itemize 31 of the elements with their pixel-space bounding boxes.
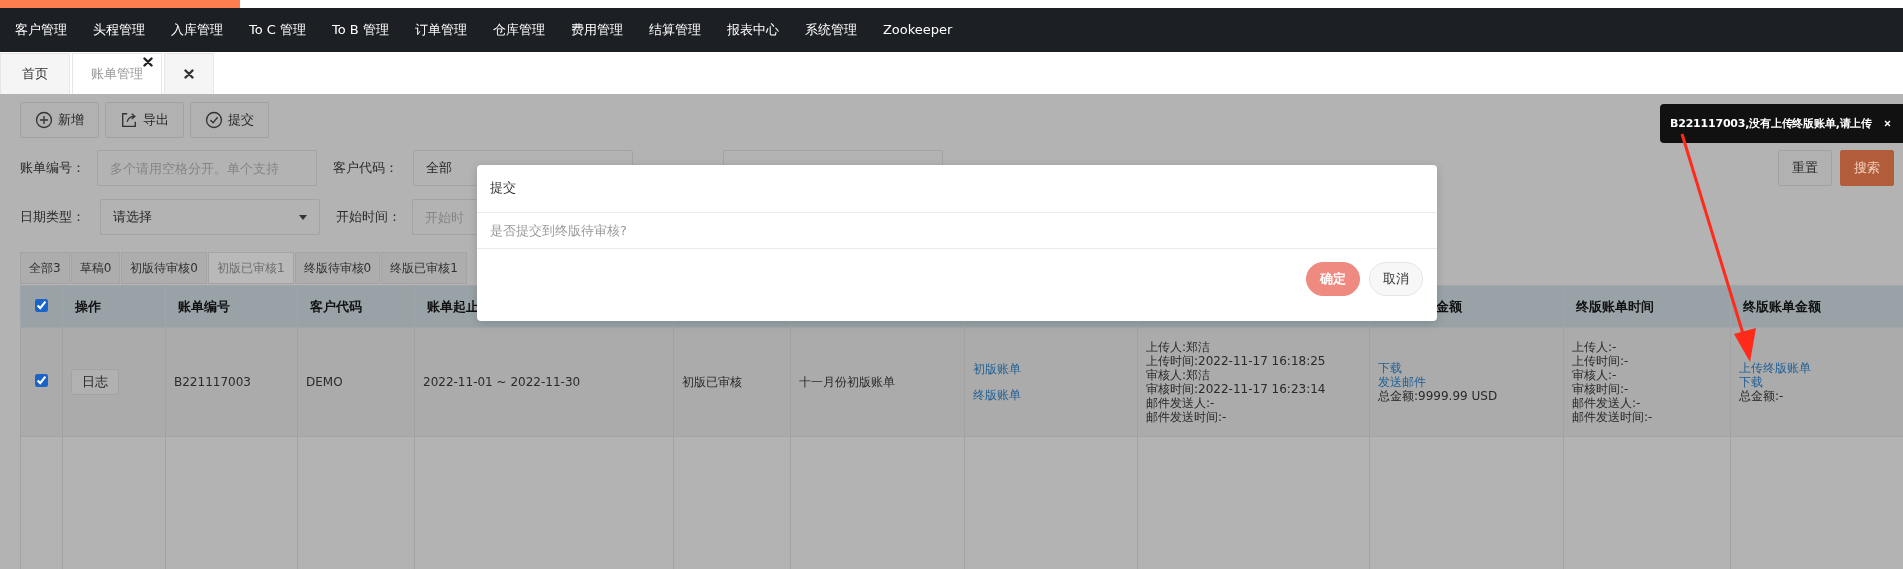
cell-text: 邮件发送人:- [1572, 396, 1642, 410]
table-cell: 初版已审核 [673, 327, 791, 437]
field-label: 客户代码： [333, 159, 399, 177]
field-label: 账单编号： [20, 159, 86, 177]
header-cell: 终版账单时间 [1563, 285, 1731, 328]
header-cell: 终版账单金额 [1730, 285, 1903, 328]
field-label: 日期类型： [20, 208, 86, 226]
cell-text: 上传时间:- [1572, 354, 1630, 368]
table-cell: DEMO [297, 327, 415, 437]
cell-text: 邮件发送时间:- [1146, 410, 1228, 424]
table-cell: B221117003 [165, 327, 298, 437]
cell-text: 审核时间:2022-11-17 16:23:14 [1146, 382, 1327, 396]
cell-text: 邮件发送人:- [1146, 396, 1216, 410]
table-cell: 十一月份初版账单 [790, 327, 965, 437]
header-cell: 账单编号 [165, 285, 298, 328]
cell-text: 审核人:- [1572, 368, 1618, 382]
cell-text: 上传人:郑洁 [1146, 340, 1212, 354]
cell-text: 总金额:- [1739, 389, 1785, 403]
cell-text: 上传人:- [1572, 340, 1618, 354]
cell-text: 总金额:9999.99 USD [1378, 389, 1499, 403]
cell-text: 审核人:郑洁 [1146, 368, 1212, 382]
toast-text: B221117003,没有上传终版账单,请上传 [1670, 116, 1873, 131]
field-label: 开始时间： [336, 208, 402, 226]
cell-text: 邮件发送时间:- [1572, 410, 1654, 424]
dialog-message: 是否提交到终版待审核? [477, 213, 1437, 249]
cell-text: 上传时间:2022-11-17 16:18:25 [1146, 354, 1327, 368]
header-cell: 客户代码 [297, 285, 415, 328]
table-cell: 2022-11-01 ~ 2022-11-30 [414, 327, 674, 437]
header-cell: 操作 [62, 285, 166, 328]
cell-text: 审核时间:- [1572, 382, 1630, 396]
dialog-title: 提交 [477, 165, 1437, 213]
